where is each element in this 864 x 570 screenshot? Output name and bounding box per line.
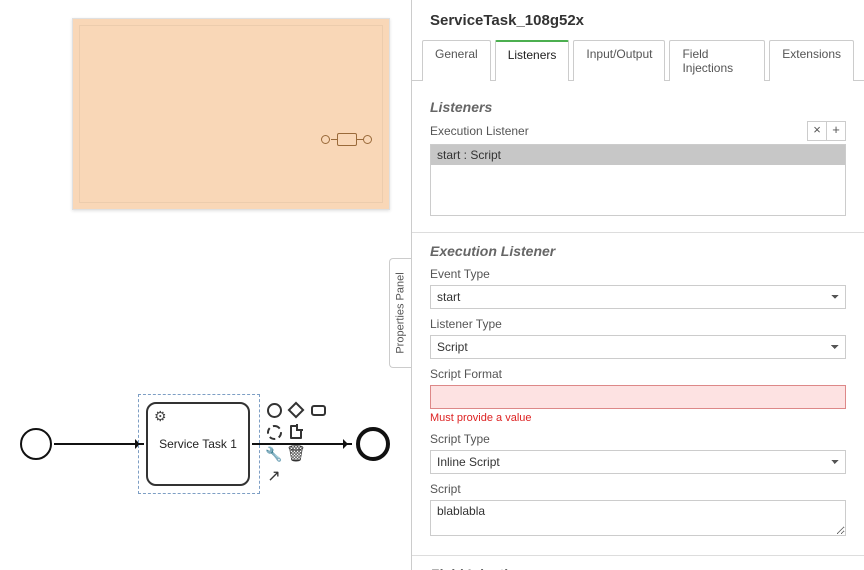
script-label: Script: [430, 482, 846, 496]
spacer: [308, 444, 328, 464]
remove-listener-button[interactable]: ×: [807, 121, 827, 141]
wrench-icon[interactable]: 🔧: [264, 444, 284, 464]
field-injection-heading: Field Injection: [430, 566, 846, 570]
script-format-label: Script Format: [430, 367, 846, 381]
spacer: [308, 422, 328, 442]
start-event[interactable]: [20, 428, 52, 460]
list-item[interactable]: start : Script: [431, 145, 845, 165]
script-textarea[interactable]: blablabla: [430, 500, 846, 536]
tab-listeners[interactable]: Listeners: [495, 40, 570, 81]
tab-input-output[interactable]: Input/Output: [573, 40, 665, 81]
execution-listener-label: Execution Listener: [430, 124, 529, 138]
append-end-event-icon[interactable]: [264, 400, 284, 420]
properties-panel: ServiceTask_108g52x General Listeners In…: [411, 0, 864, 570]
event-type-label: Event Type: [430, 267, 846, 281]
add-listener-button[interactable]: +: [826, 121, 846, 141]
bpmn-diagram[interactable]: ⚙ Service Task 1 🔧 🗑 ↗: [6, 380, 406, 560]
tab-field-injections[interactable]: Field Injections: [669, 40, 765, 81]
script-type-select[interactable]: Inline Script: [430, 450, 846, 474]
listeners-heading: Listeners: [430, 99, 846, 115]
sequence-flow[interactable]: [54, 443, 144, 445]
minimap[interactable]: [72, 18, 390, 210]
listener-type-label: Listener Type: [430, 317, 846, 331]
tabs: General Listeners Input/Output Field Inj…: [412, 39, 864, 81]
connect-icon[interactable]: ↗: [264, 466, 284, 486]
script-type-label: Script Type: [430, 432, 846, 446]
properties-panel-toggle[interactable]: Properties Panel: [389, 258, 411, 368]
append-intermediate-event-icon[interactable]: [264, 422, 284, 442]
panel-handle-label: Properties Panel: [395, 272, 407, 353]
script-format-input[interactable]: [430, 385, 846, 409]
context-pad: 🔧 🗑 ↗: [264, 400, 324, 486]
tab-general[interactable]: General: [422, 40, 491, 81]
script-format-error: Must provide a value: [430, 412, 846, 424]
service-task[interactable]: ⚙ Service Task 1: [146, 402, 250, 486]
panel-body: Listeners Execution Listener × + start :…: [412, 81, 864, 570]
minimap-viewport: [79, 25, 383, 203]
tab-extensions[interactable]: Extensions: [769, 40, 854, 81]
execution-listener-list-header: Execution Listener × +: [430, 121, 846, 141]
gear-icon: ⚙: [154, 408, 167, 425]
task-label: Service Task 1: [159, 437, 237, 451]
append-task-icon[interactable]: [308, 400, 328, 420]
annotation-icon[interactable]: [286, 422, 306, 442]
trash-icon[interactable]: 🗑: [286, 444, 306, 464]
panel-title: ServiceTask_108g52x: [412, 0, 864, 39]
event-type-select[interactable]: start: [430, 285, 846, 309]
listener-type-select[interactable]: Script: [430, 335, 846, 359]
canvas-pane: ⚙ Service Task 1 🔧 🗑 ↗ Properties Panel: [0, 0, 410, 570]
end-event[interactable]: [356, 427, 390, 461]
append-gateway-icon[interactable]: [286, 400, 306, 420]
execution-listener-heading: Execution Listener: [430, 243, 846, 259]
execution-listener-list[interactable]: start : Script: [430, 144, 846, 216]
